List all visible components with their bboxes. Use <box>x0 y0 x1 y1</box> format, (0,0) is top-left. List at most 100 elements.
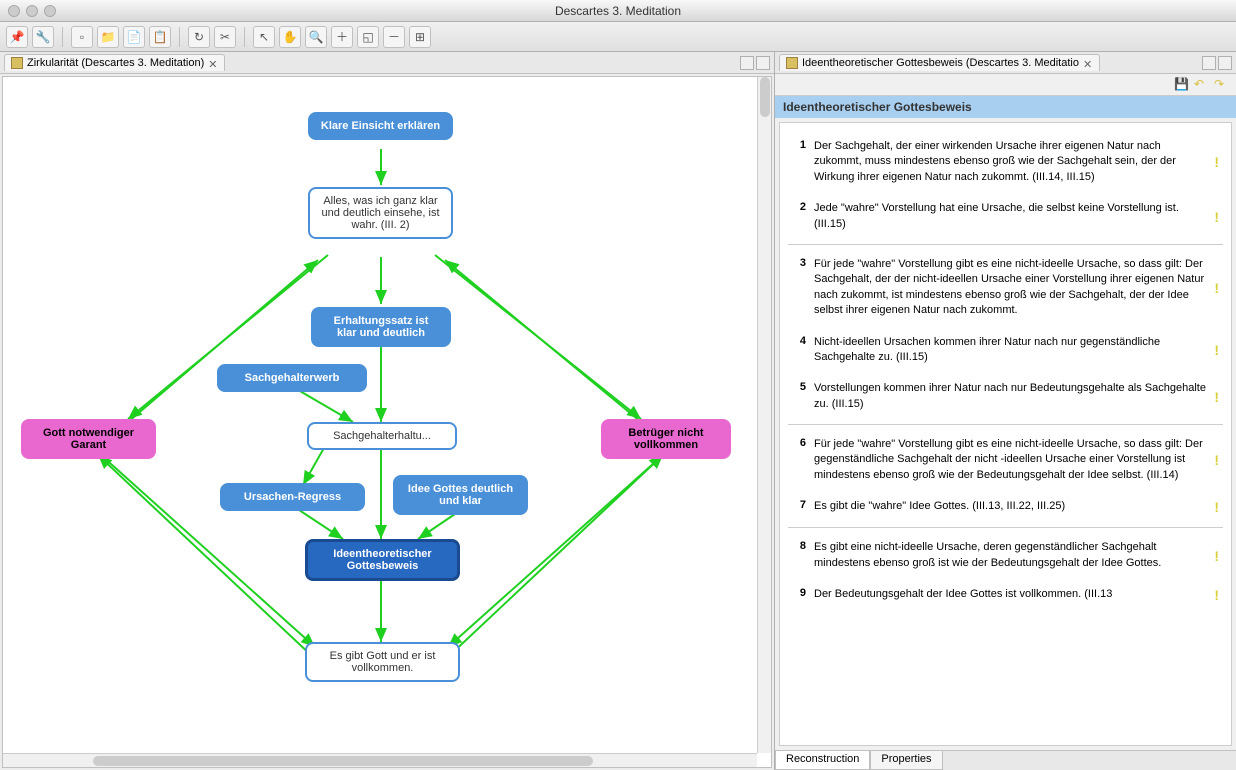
folder-icon[interactable]: 📁 <box>97 26 119 48</box>
warning-icon: ! <box>1214 587 1219 603</box>
zoom-sel-icon[interactable]: 🔍 <box>305 26 327 48</box>
maximize-view[interactable] <box>756 56 770 70</box>
step-text: Es gibt die "wahre" Idee Gottes. (III.13… <box>814 499 1206 515</box>
step-number: 6 <box>792 437 806 483</box>
pin-icon[interactable]: 📌 <box>6 26 28 48</box>
step-text: Jede "wahre" Vorstellung hat eine Ursach… <box>814 201 1206 232</box>
step-item[interactable]: 1Der Sachgehalt, der einer wirkenden Urs… <box>788 131 1223 193</box>
right-tabbar: Ideentheoretischer Gottesbeweis (Descart… <box>775 52 1236 74</box>
warning-icon: ! <box>1214 209 1219 225</box>
warning-icon: ! <box>1214 342 1219 358</box>
section-header: Ideentheoretischer Gottesbeweis <box>775 96 1236 118</box>
step-number: 1 <box>792 139 806 185</box>
hand-icon[interactable]: ✋ <box>279 26 301 48</box>
right-inner: 💾 ↶ ↷ Ideentheoretischer Gottesbeweis 1D… <box>775 74 1236 770</box>
maximize-view[interactable] <box>1218 56 1232 70</box>
tab-label: Zirkularität (Descartes 3. Meditation) <box>27 57 204 69</box>
node-gottesbeweis[interactable]: Ideentheoretischer Gottesbeweis <box>305 539 460 581</box>
step-item[interactable]: 2Jede "wahre" Vorstellung hat eine Ursac… <box>788 193 1223 245</box>
content-area: Zirkularität (Descartes 3. Meditation) ✕ <box>0 52 1236 770</box>
minimize-view[interactable] <box>740 56 754 70</box>
nav-icon[interactable]: ▫ <box>71 26 93 48</box>
layout-icon[interactable]: ⊞ <box>409 26 431 48</box>
right-toolbar: 💾 ↶ ↷ <box>775 74 1236 96</box>
node-sachgehalterhaltung[interactable]: Sachgehalterhaltu... <box>307 422 457 450</box>
save-icon[interactable]: 💾 <box>1174 77 1190 93</box>
scroll-thumb[interactable] <box>760 77 770 117</box>
minimize-view[interactable] <box>1202 56 1216 70</box>
node-gott-vollkommen[interactable]: Es gibt Gott und er ist vollkommen. <box>305 642 460 682</box>
node-alles-wahr[interactable]: Alles, was ich ganz klar und deutlich ei… <box>308 187 453 239</box>
bottom-tabs: Reconstruction Properties <box>775 750 1236 770</box>
node-ursachen-regress[interactable]: Ursachen-Regress <box>220 483 365 511</box>
left-tabbar: Zirkularität (Descartes 3. Meditation) ✕ <box>0 52 774 74</box>
tab-properties[interactable]: Properties <box>870 751 942 770</box>
step-item[interactable]: 9 Der Bedeutungsgehalt der Idee Gottes is… <box>788 579 1223 611</box>
node-gott-garant[interactable]: Gott notwendiger Garant <box>21 419 156 459</box>
zoom-window[interactable] <box>44 5 56 17</box>
scrollbar-vertical[interactable] <box>757 77 771 753</box>
close-icon[interactable]: ✕ <box>1083 58 1093 68</box>
doc2-icon[interactable]: 📋 <box>149 26 171 48</box>
minimize-window[interactable] <box>26 5 38 17</box>
app-window: Descartes 3. Meditation 📌 🔧 ▫ 📁 📄 📋 ↻ ✂ … <box>0 0 1236 770</box>
node-sachgehalterwerb[interactable]: Sachgehalterwerb <box>217 364 367 392</box>
titlebar: Descartes 3. Meditation <box>0 0 1236 22</box>
step-item[interactable]: 7 Es gibt die "wahre" Idee Gottes. (III.1… <box>788 491 1223 528</box>
step-text: Für jede "wahre" Vorstellung gibt es ein… <box>814 257 1206 319</box>
tab-reconstruction[interactable]: Reconstruction <box>775 751 870 770</box>
cut-icon[interactable]: ✂ <box>214 26 236 48</box>
warning-icon: ! <box>1214 452 1219 468</box>
refresh-icon[interactable]: ↻ <box>188 26 210 48</box>
step-number: 7 <box>792 499 806 515</box>
step-item[interactable]: 6Für jede "wahre" Vorstellung gibt es ei… <box>788 429 1223 491</box>
main-toolbar: 📌 🔧 ▫ 📁 📄 📋 ↻ ✂ ↖ ✋ 🔍 ＋ ◱ － ⊞ <box>0 22 1236 52</box>
text-icon <box>786 57 798 69</box>
step-item[interactable]: 5 Vorstellungen kommen ihrer Natur nach n… <box>788 373 1223 425</box>
warning-icon: ! <box>1214 389 1219 405</box>
diagram-canvas[interactable]: Klare Einsicht erklären Alles, was ich g… <box>2 76 772 768</box>
steps-list[interactable]: 1Der Sachgehalt, der einer wirkenden Urs… <box>779 122 1232 746</box>
step-number: 5 <box>792 381 806 412</box>
tab-zirkularitaet[interactable]: Zirkularität (Descartes 3. Meditation) ✕ <box>4 54 225 71</box>
separator <box>179 27 180 47</box>
step-item[interactable]: 4Nicht-ideellen Ursachen kommen ihrer Na… <box>788 327 1223 374</box>
warning-icon: ! <box>1214 548 1219 564</box>
node-erhaltungssatz[interactable]: Erhaltungssatz ist klar und deutlich <box>311 307 451 347</box>
zoom-in-icon[interactable]: ＋ <box>331 26 353 48</box>
wrench-icon[interactable]: 🔧 <box>32 26 54 48</box>
arrow-icon[interactable]: ↖ <box>253 26 275 48</box>
undo-icon[interactable]: ↶ <box>1194 77 1210 93</box>
step-item[interactable]: 8 Es gibt eine nicht-ideelle Ursache, der… <box>788 532 1223 579</box>
redo-icon[interactable]: ↷ <box>1214 77 1230 93</box>
step-text: Es gibt eine nicht-ideelle Ursache, dere… <box>814 540 1206 571</box>
scrollbar-horizontal[interactable] <box>3 753 757 767</box>
step-number: 9 <box>792 587 806 603</box>
step-number: 8 <box>792 540 806 571</box>
step-text: Der Bedeutungsgehalt der Idee Gottes ist… <box>814 587 1206 603</box>
node-idee-gottes[interactable]: Idee Gottes deutlich und klar <box>393 475 528 515</box>
node-betrueger[interactable]: Betrüger nicht vollkommen <box>601 419 731 459</box>
diagram-icon <box>11 57 23 69</box>
window-title: Descartes 3. Meditation <box>8 4 1228 18</box>
warning-icon: ! <box>1214 499 1219 515</box>
doc1-icon[interactable]: 📄 <box>123 26 145 48</box>
separator <box>62 27 63 47</box>
window-controls <box>8 5 56 17</box>
tab-controls <box>1202 56 1232 70</box>
node-klare-einsicht[interactable]: Klare Einsicht erklären <box>308 112 453 140</box>
zoom-fit-icon[interactable]: ◱ <box>357 26 379 48</box>
zoom-out-icon[interactable]: － <box>383 26 405 48</box>
tab-label: Ideentheoretischer Gottesbeweis (Descart… <box>802 57 1079 69</box>
step-text: Nicht-ideellen Ursachen kommen ihrer Nat… <box>814 335 1206 366</box>
step-item[interactable]: 3Für jede "wahre" Vorstellung gibt es ei… <box>788 249 1223 327</box>
close-window[interactable] <box>8 5 20 17</box>
step-text: Vorstellungen kommen ihrer Natur nach nu… <box>814 381 1206 412</box>
close-icon[interactable]: ✕ <box>208 58 218 68</box>
tab-gottesbeweis[interactable]: Ideentheoretischer Gottesbeweis (Descart… <box>779 54 1100 71</box>
step-number: 3 <box>792 257 806 319</box>
warning-icon: ! <box>1214 280 1219 296</box>
scroll-thumb[interactable] <box>93 756 593 766</box>
step-text: Für jede "wahre" Vorstellung gibt es ein… <box>814 437 1206 483</box>
right-panel: Ideentheoretischer Gottesbeweis (Descart… <box>775 52 1236 770</box>
